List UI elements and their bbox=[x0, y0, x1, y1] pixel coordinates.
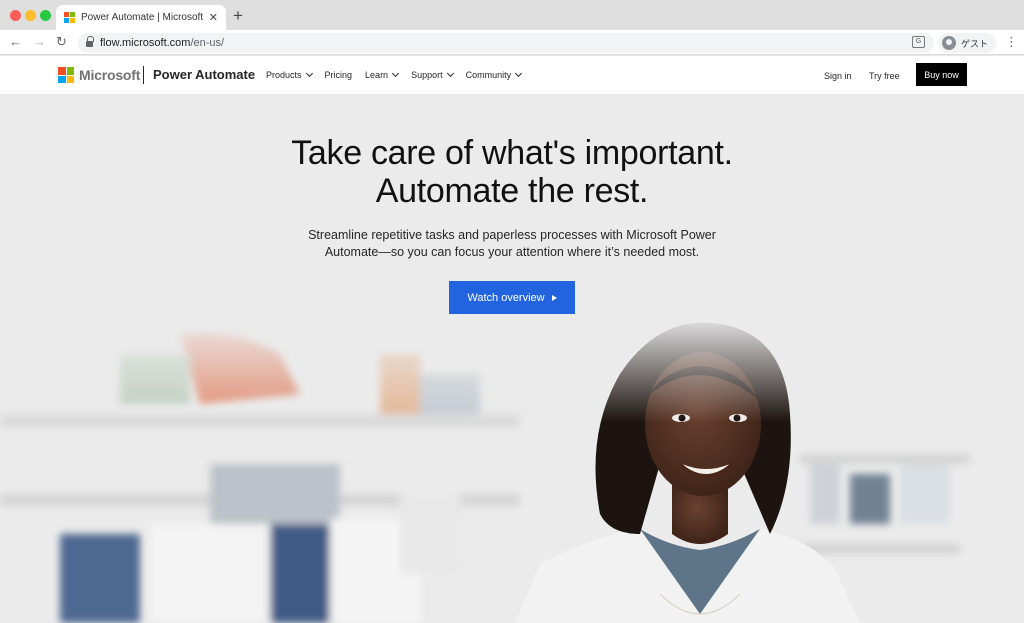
url-path: /en-us/ bbox=[190, 37, 225, 49]
maximize-window-button[interactable] bbox=[40, 10, 51, 21]
try-free-link[interactable]: Try free bbox=[869, 71, 900, 81]
nav-item-label: Products bbox=[266, 70, 302, 80]
profile-button[interactable]: ゲスト bbox=[938, 33, 996, 53]
address-bar[interactable]: flow.microsoft.com/en-us/ bbox=[78, 33, 934, 53]
hero-subtitle-line-2: Automate—so you can focus your attention… bbox=[324, 245, 700, 259]
main-nav: Products Pricing Learn Support Community bbox=[266, 56, 534, 94]
watch-overview-label: Watch overview bbox=[467, 291, 545, 304]
forward-icon[interactable]: → bbox=[33, 33, 46, 51]
back-icon[interactable]: ← bbox=[9, 33, 22, 51]
nav-item-learn[interactable]: Learn bbox=[365, 69, 400, 80]
header-divider bbox=[143, 66, 144, 84]
browser-tab[interactable]: Power Automate | Microsoft Po ✕ bbox=[56, 5, 226, 30]
nav-item-label: Pricing bbox=[324, 70, 353, 80]
minimize-window-button[interactable] bbox=[25, 10, 36, 21]
chevron-down-icon bbox=[515, 69, 523, 78]
hero-subtitle: Streamline repetitive tasks and paperles… bbox=[292, 227, 732, 261]
close-tab-icon[interactable]: ✕ bbox=[209, 11, 218, 24]
brand-name: Microsoft bbox=[79, 67, 141, 83]
profile-name: ゲスト bbox=[961, 38, 989, 49]
site-header: Microsoft Power Automate Products Pricin… bbox=[0, 56, 1024, 94]
microsoft-logo[interactable]: Microsoft bbox=[58, 67, 140, 83]
avatar-icon bbox=[942, 36, 956, 50]
reload-icon[interactable]: ↻ bbox=[56, 33, 67, 51]
nav-item-pricing[interactable]: Pricing bbox=[325, 70, 353, 80]
translate-icon[interactable]: G bbox=[912, 36, 925, 48]
nav-item-support[interactable]: Support bbox=[411, 69, 454, 80]
lock-icon bbox=[86, 36, 94, 47]
url-host: flow.microsoft.com bbox=[100, 37, 191, 49]
hero-section: Take care of what's important. Automate … bbox=[0, 94, 1024, 623]
url-text: flow.microsoft.com/en-us/ bbox=[100, 37, 224, 49]
microsoft-favicon-icon bbox=[64, 12, 75, 23]
nav-item-products[interactable]: Products bbox=[266, 69, 313, 80]
hero-title-line-2: Automate the rest. bbox=[375, 172, 649, 210]
nav-item-community[interactable]: Community bbox=[465, 69, 523, 80]
browser-toolbar: ← → ↻ flow.microsoft.com/en-us/ G ゲスト ⋮ bbox=[0, 30, 1024, 55]
chevron-down-icon bbox=[392, 69, 400, 78]
chevron-down-icon bbox=[446, 69, 454, 78]
browser-menu-icon[interactable]: ⋮ bbox=[1005, 35, 1018, 49]
browser-titlebar: Power Automate | Microsoft Po ✕ + bbox=[0, 0, 1024, 30]
nav-item-label: Learn bbox=[365, 70, 389, 80]
sign-in-link[interactable]: Sign in bbox=[824, 71, 852, 81]
nav-item-label: Community bbox=[465, 70, 512, 80]
chevron-down-icon bbox=[305, 69, 313, 78]
hero-title: Take care of what's important. Automate … bbox=[0, 134, 1024, 210]
microsoft-squares-icon bbox=[58, 67, 74, 83]
hero-photo bbox=[0, 314, 1024, 623]
close-window-button[interactable] bbox=[10, 10, 21, 21]
nav-item-label: Support bbox=[411, 70, 443, 80]
tab-title: Power Automate | Microsoft Po bbox=[81, 12, 205, 23]
new-tab-button[interactable]: + bbox=[233, 7, 243, 25]
buy-now-button[interactable]: Buy now bbox=[916, 63, 967, 86]
product-name-link[interactable]: Power Automate bbox=[153, 67, 255, 82]
play-icon bbox=[551, 294, 557, 301]
watch-overview-button[interactable]: Watch overview bbox=[449, 281, 575, 314]
hero-subtitle-line-1: Streamline repetitive tasks and paperles… bbox=[308, 228, 716, 242]
hero-title-line-1: Take care of what's important. bbox=[291, 134, 733, 172]
